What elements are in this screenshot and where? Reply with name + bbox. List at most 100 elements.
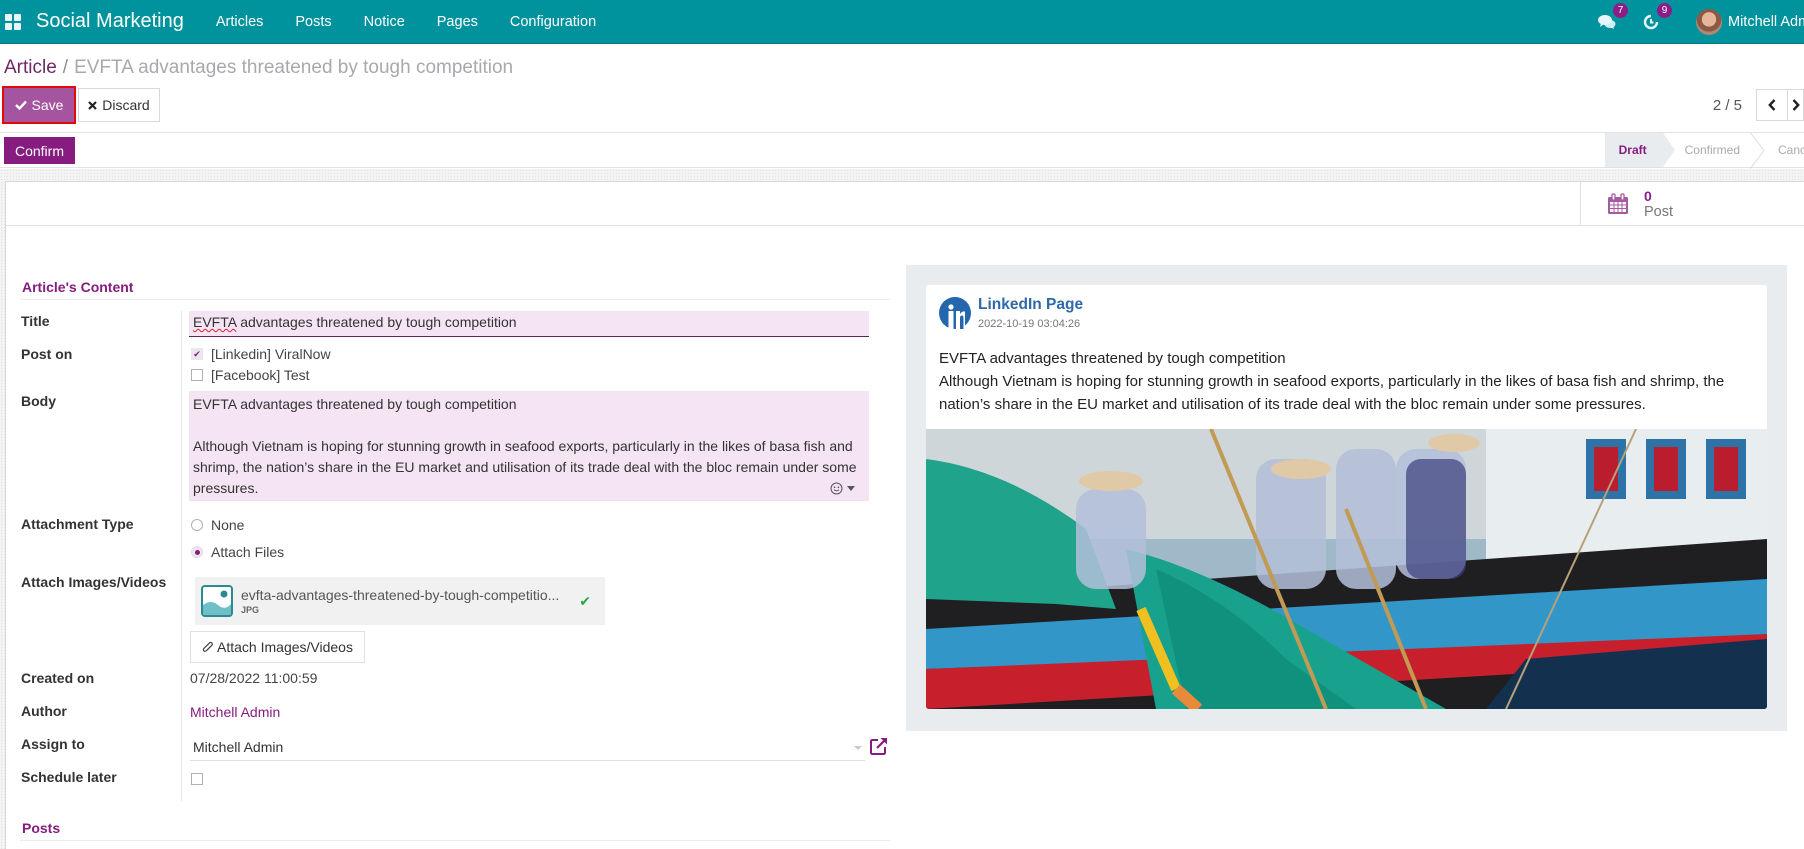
image-file-icon xyxy=(201,585,233,617)
stage-pipeline: Draft Confirmed Cancelled xyxy=(1604,133,1804,167)
preview-image xyxy=(926,429,1767,709)
save-button[interactable]: Save xyxy=(2,86,76,124)
clock-icon xyxy=(1643,14,1659,30)
post-preview-panel: LinkedIn Page 2022-10-19 03:04:26 EVFTA … xyxy=(906,265,1787,731)
radio-checked-icon xyxy=(191,546,203,558)
user-menu[interactable]: Mitchell Admin xyxy=(1728,14,1804,30)
attachment-type-none-label: None xyxy=(211,517,245,533)
attachment-item[interactable]: evfta-advantages-threatened-by-tough-com… xyxy=(195,577,605,625)
emoji-picker-button[interactable] xyxy=(830,482,855,495)
messaging-button[interactable]: 7 xyxy=(1596,3,1628,33)
attach-images-button-label: Attach Images/Videos xyxy=(217,639,353,655)
paperclip-icon xyxy=(202,641,213,652)
author-link[interactable]: Mitchell Admin xyxy=(190,704,280,720)
checkbox-checked-icon: ✔ xyxy=(191,348,203,360)
check-icon xyxy=(14,100,27,110)
breadcrumb-article-link[interactable]: Article xyxy=(4,57,57,78)
assign-to-value: Mitchell Admin xyxy=(193,739,284,755)
section-posts: Posts xyxy=(22,820,61,836)
attachment-type-label: Attachment Type xyxy=(21,516,134,532)
title-spellcheck-word: EVFTA xyxy=(193,314,237,330)
label-column-divider xyxy=(181,311,182,801)
post-on-label: Post on xyxy=(21,346,73,362)
attachment-type-none-radio[interactable]: None xyxy=(191,517,244,533)
upload-success-check-icon: ✔ xyxy=(579,592,591,609)
preview-text: EVFTA advantages threatened by tough com… xyxy=(939,347,1759,416)
dropdown-caret-icon xyxy=(854,746,862,750)
save-label: Save xyxy=(31,97,64,113)
radio-unchecked-icon xyxy=(191,519,203,531)
attachment-extension: JPG xyxy=(241,605,260,615)
activities-badge: 9 xyxy=(1657,3,1672,18)
posts-label: Post xyxy=(1644,204,1674,220)
confirm-button[interactable]: Confirm xyxy=(4,137,75,164)
calendar-icon xyxy=(1608,193,1628,214)
caret-down-icon xyxy=(847,486,855,491)
preview-paragraph: Although Vietnam is hoping for stunning … xyxy=(939,373,1725,413)
top-navbar: Social Marketing Articles Posts Notice P… xyxy=(0,0,1804,44)
smart-button-box: 0 Post xyxy=(6,182,1804,226)
breadcrumb-current: EVFTA advantages threatened by tough com… xyxy=(74,57,514,78)
status-bar: Confirm Draft Confirmed Cancelled xyxy=(0,132,1804,168)
body-paragraph: Although Vietnam is hoping for stunning … xyxy=(193,438,857,496)
chat-bubbles-icon xyxy=(1598,15,1616,29)
attachment-name: evfta-advantages-threatened-by-tough-com… xyxy=(241,587,560,603)
activities-button[interactable]: 9 xyxy=(1640,3,1672,33)
posts-stat: 0 Post xyxy=(1644,188,1673,220)
section-articles-content: Article's Content xyxy=(22,279,134,295)
section-divider xyxy=(20,299,890,300)
pager-previous-button[interactable] xyxy=(1756,89,1788,121)
menu-articles[interactable]: Articles xyxy=(200,14,280,30)
post-on-linkedin-label: [Linkedin] ViralNow xyxy=(211,346,331,362)
body-editor[interactable]: EVFTA advantages threatened by tough com… xyxy=(189,391,869,501)
close-icon xyxy=(88,100,98,110)
linkedin-preview-card: LinkedIn Page 2022-10-19 03:04:26 EVFTA … xyxy=(926,285,1767,709)
attachment-type-files-radio[interactable]: Attach Files xyxy=(191,544,284,560)
title-label: Title xyxy=(21,313,50,329)
preview-page-name[interactable]: LinkedIn Page xyxy=(978,296,1083,314)
attach-images-label: Attach Images/Videos xyxy=(21,574,167,590)
attachment-info: evfta-advantages-threatened-by-tough-com… xyxy=(241,587,579,615)
menu-posts[interactable]: Posts xyxy=(279,14,347,30)
apps-menu-icon[interactable] xyxy=(5,13,21,30)
discard-button[interactable]: Discard xyxy=(78,88,160,122)
assign-to-select[interactable]: Mitchell Admin xyxy=(190,735,865,761)
pager: 2 / 5 xyxy=(1713,88,1804,122)
breadcrumb: Article / EVFTA advantages threatened by t… xyxy=(4,57,513,79)
systray: 7 9 Mitchell Admin xyxy=(1596,0,1804,44)
user-avatar[interactable] xyxy=(1696,9,1722,35)
schedule-later-checkbox[interactable] xyxy=(191,773,203,785)
section-divider xyxy=(20,840,890,841)
menu-configuration[interactable]: Configuration xyxy=(494,14,612,30)
schedule-later-label: Schedule later xyxy=(21,769,117,785)
discard-label: Discard xyxy=(102,97,150,113)
preview-heading: EVFTA advantages threatened by tough com… xyxy=(939,350,1286,367)
stage-cancelled[interactable]: Cancelled xyxy=(1756,133,1804,167)
main-menu: Articles Posts Notice Pages Configuratio… xyxy=(200,14,612,30)
smiley-icon xyxy=(830,482,843,495)
stage-confirmed[interactable]: Confirmed xyxy=(1663,133,1756,167)
created-on-value: 07/28/2022 11:00:59 xyxy=(190,670,318,686)
posts-count: 0 xyxy=(1644,188,1652,204)
pager-next-button[interactable] xyxy=(1788,89,1804,121)
post-on-linkedin-checkbox[interactable]: ✔ [Linkedin] ViralNow xyxy=(191,346,331,362)
pager-value[interactable]: 2 / 5 xyxy=(1713,97,1742,114)
menu-notice[interactable]: Notice xyxy=(348,14,421,30)
assign-to-label: Assign to xyxy=(21,736,85,752)
title-text: advantages threatened by tough competiti… xyxy=(236,314,517,330)
preview-date: 2022-10-19 03:04:26 xyxy=(978,318,1081,330)
menu-pages[interactable]: Pages xyxy=(421,14,494,30)
breadcrumb-separator: / xyxy=(62,57,69,78)
post-on-facebook-checkbox[interactable]: [Facebook] Test xyxy=(191,367,310,383)
linkedin-page-logo xyxy=(939,297,971,329)
attach-images-button[interactable]: Attach Images/Videos xyxy=(190,631,365,663)
chevron-right-icon xyxy=(1792,99,1800,111)
title-input[interactable]: EVFTA advantages threatened by tough com… xyxy=(189,311,869,337)
stage-draft[interactable]: Draft xyxy=(1604,133,1675,167)
posts-smart-button[interactable]: 0 Post xyxy=(1580,182,1804,226)
app-title[interactable]: Social Marketing xyxy=(36,10,184,33)
body-label: Body xyxy=(21,393,56,409)
messages-badge: 7 xyxy=(1613,3,1628,18)
external-link-icon[interactable] xyxy=(869,736,889,756)
attachment-type-files-label: Attach Files xyxy=(211,544,285,560)
